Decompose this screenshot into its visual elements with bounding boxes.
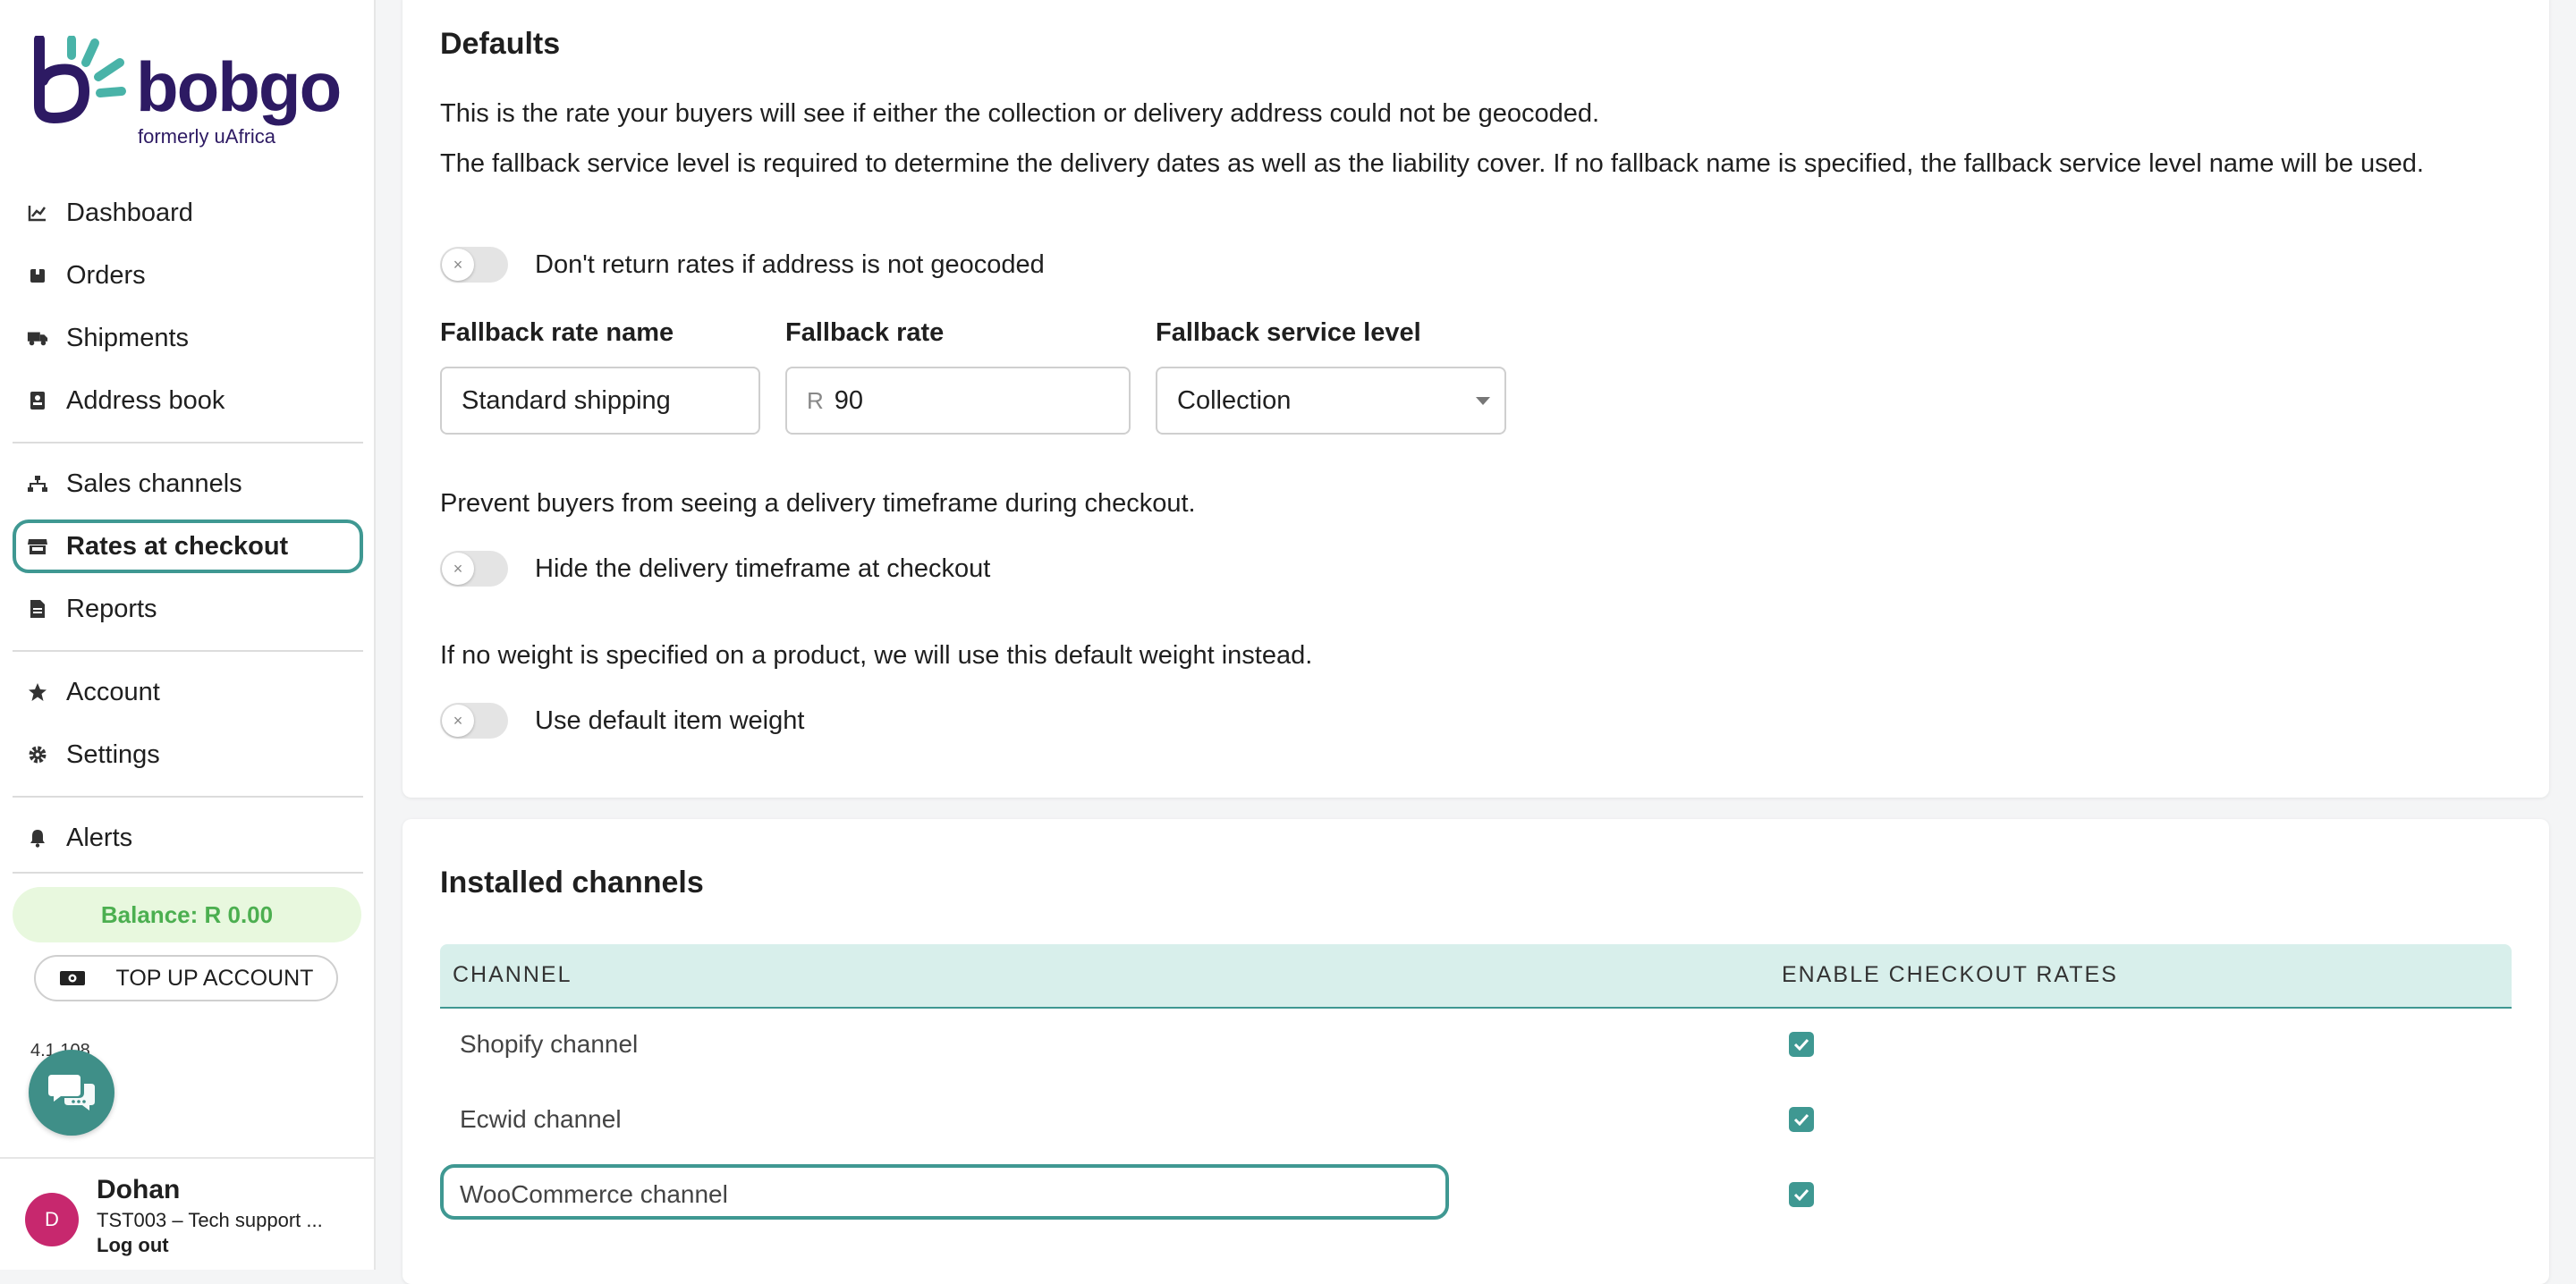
chat-icon: [48, 1071, 95, 1115]
sidebar-item-label: Shipments: [66, 323, 190, 352]
sidebar: bobgo formerly uAfrica Dashboard Orders …: [0, 0, 376, 1270]
nav-divider: [13, 872, 363, 874]
timeframe-toggle-label: Hide the delivery timeframe at checkout: [535, 554, 991, 583]
sidebar-item-alerts[interactable]: Alerts: [13, 811, 363, 865]
star-icon: [27, 681, 48, 703]
checkmark-icon: [1793, 1113, 1809, 1126]
sidebar-item-label: Address book: [66, 385, 225, 415]
enable-checkout-rates-checkbox[interactable]: [1789, 1107, 1814, 1132]
sidebar-item-label: Orders: [66, 260, 146, 290]
sidebar-item-label: Alerts: [66, 823, 133, 852]
sidebar-item-label: Account: [66, 677, 160, 706]
fallback-service-level-label: Fallback service level: [1156, 318, 1421, 347]
sidebar-item-label: Reports: [66, 594, 157, 623]
user-divider: [0, 1157, 374, 1159]
gear-icon: [27, 744, 48, 765]
fallback-description: The fallback service level is required t…: [440, 149, 2424, 178]
enable-checkout-rates-checkbox[interactable]: [1789, 1032, 1814, 1057]
sidebar-item-label: Dashboard: [66, 198, 193, 227]
brand-tagline: formerly uAfrica: [138, 125, 276, 148]
enable-checkout-rates-checkbox[interactable]: [1789, 1182, 1814, 1207]
chevron-down-icon: [1476, 397, 1490, 405]
bell-icon: [27, 827, 48, 849]
currency-prefix: R: [807, 386, 824, 414]
sidebar-item-label: Sales channels: [66, 469, 242, 498]
nav-divider: [13, 650, 363, 652]
checkmark-icon: [1793, 1188, 1809, 1201]
input-value: 90: [834, 385, 864, 415]
weight-toggle[interactable]: ×: [440, 703, 508, 739]
timeframe-toggle[interactable]: ×: [440, 551, 508, 587]
fallback-rate-name-input[interactable]: Standard shipping: [440, 367, 760, 435]
geocode-toggle-label: Don't return rates if address is not geo…: [535, 250, 1045, 279]
defaults-card: Defaults This is the rate your buyers wi…: [402, 0, 2549, 798]
sidebar-item-label: Rates at checkout: [66, 531, 289, 561]
channel-name: WooCommerce channel: [460, 1180, 728, 1208]
top-up-account-button[interactable]: TOP UP ACCOUNT: [34, 955, 338, 1001]
logo-mark-icon: [34, 36, 126, 124]
sidebar-item-reports[interactable]: Reports: [13, 582, 363, 636]
fallback-rate-input[interactable]: R 90: [785, 367, 1131, 435]
toggle-off-icon: ×: [442, 249, 474, 281]
file-icon: [27, 598, 48, 620]
nav-divider: [13, 442, 363, 443]
channels-table-header: CHANNEL ENABLE CHECKOUT RATES: [440, 944, 2512, 1009]
column-header-channel: CHANNEL: [453, 962, 572, 987]
input-value: Standard shipping: [462, 385, 671, 415]
toggle-off-icon: ×: [442, 705, 474, 737]
installed-channels-card: Installed channels CHANNEL ENABLE CHECKO…: [402, 819, 2549, 1284]
timeframe-description: Prevent buyers from seeing a delivery ti…: [440, 489, 1196, 518]
defaults-description: This is the rate your buyers will see if…: [440, 99, 1600, 128]
toggle-off-icon: ×: [442, 553, 474, 585]
channel-name: Ecwid channel: [460, 1105, 622, 1133]
sidebar-item-shipments[interactable]: Shipments: [13, 311, 363, 365]
sidebar-item-sales-channels[interactable]: Sales channels: [13, 457, 363, 511]
brand-logo[interactable]: bobgo formerly uAfrica: [32, 34, 354, 154]
section-title: Defaults: [440, 27, 561, 61]
fallback-rate-label: Fallback rate: [785, 318, 945, 347]
sidebar-item-orders[interactable]: Orders: [13, 249, 363, 302]
avatar[interactable]: D: [25, 1193, 79, 1246]
sidebar-item-dashboard[interactable]: Dashboard: [13, 186, 363, 240]
sidebar-item-address-book[interactable]: Address book: [13, 374, 363, 427]
logout-link[interactable]: Log out: [97, 1234, 169, 1257]
sidebar-item-account[interactable]: Account: [13, 665, 363, 719]
weight-description: If no weight is specified on a product, …: [440, 641, 1313, 670]
sitemap-icon: [27, 473, 48, 494]
balance-badge: Balance: R 0.00: [13, 887, 361, 942]
truck-icon: [27, 327, 48, 349]
sidebar-item-rates-at-checkout[interactable]: Rates at checkout: [13, 520, 363, 573]
chart-line-icon: [27, 202, 48, 224]
user-name: Dohan: [97, 1175, 181, 1204]
table-row: Ecwid channel: [440, 1084, 2512, 1159]
nav-divider: [13, 796, 363, 798]
store-icon: [27, 536, 48, 557]
box-icon: [27, 265, 48, 286]
brand-wordmark: bobgo: [136, 47, 342, 126]
fallback-rate-name-label: Fallback rate name: [440, 318, 674, 347]
user-organization: TST003 – Tech support ...: [97, 1209, 323, 1231]
table-row: Shopify channel: [440, 1009, 2512, 1084]
weight-toggle-label: Use default item weight: [535, 706, 805, 735]
table-row: WooCommerce channel: [440, 1159, 2512, 1234]
geocode-toggle[interactable]: ×: [440, 247, 508, 283]
sidebar-item-label: Settings: [66, 739, 160, 769]
chat-support-button[interactable]: [29, 1050, 114, 1136]
checkmark-icon: [1793, 1038, 1809, 1051]
section-title: Installed channels: [440, 866, 704, 900]
fallback-service-level-select[interactable]: Collection: [1156, 367, 1506, 435]
channel-name: Shopify channel: [460, 1030, 639, 1058]
money-bill-icon: [59, 969, 86, 987]
column-header-enable-checkout-rates: ENABLE CHECKOUT RATES: [1782, 962, 2118, 987]
top-up-label: TOP UP ACCOUNT: [115, 965, 314, 991]
select-value: Collection: [1177, 385, 1292, 415]
sidebar-item-settings[interactable]: Settings: [13, 728, 363, 781]
address-book-icon: [27, 390, 48, 411]
